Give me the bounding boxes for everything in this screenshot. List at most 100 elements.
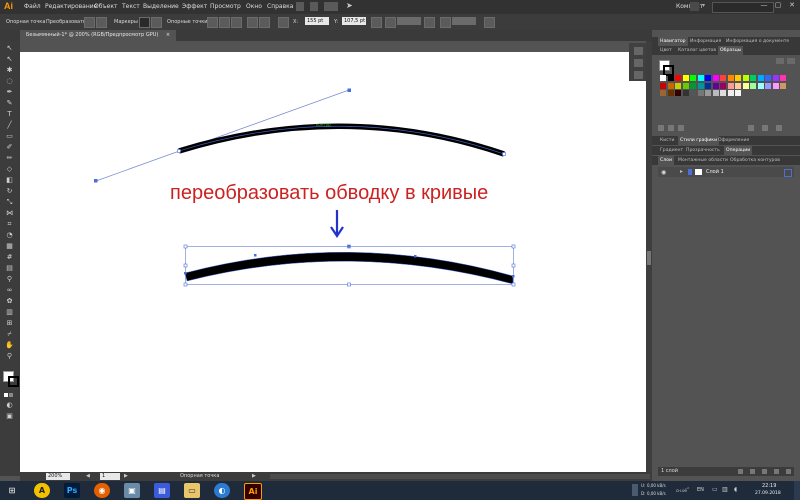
tab-layers[interactable]: Слои xyxy=(658,156,674,165)
color-swatch[interactable] xyxy=(675,82,681,89)
tab-document-info[interactable]: Информация о документе xyxy=(724,37,791,46)
color-swatch[interactable] xyxy=(750,75,756,81)
color-swatch[interactable] xyxy=(720,82,726,89)
color-swatch[interactable] xyxy=(705,82,711,89)
color-swatch[interactable] xyxy=(667,75,674,81)
tab-info[interactable]: Информация xyxy=(688,37,723,46)
color-swatch[interactable] xyxy=(697,90,704,96)
language-indicator[interactable]: EN xyxy=(697,487,704,493)
desktop-icon[interactable]: ▣ xyxy=(124,483,140,498)
color-swatch[interactable] xyxy=(660,75,666,81)
tab-color[interactable]: Цвет xyxy=(658,46,674,55)
color-swatch[interactable] xyxy=(712,90,719,96)
swatch-options-icon[interactable] xyxy=(678,125,684,131)
locate-object-icon[interactable] xyxy=(738,469,743,474)
start-button-icon[interactable]: ⊞ xyxy=(4,483,20,498)
color-swatch[interactable] xyxy=(772,75,779,81)
color-swatch[interactable] xyxy=(660,90,666,96)
color-swatch[interactable] xyxy=(697,82,704,89)
tab-appearance[interactable]: Оформление xyxy=(716,136,751,145)
app-icon[interactable]: A xyxy=(34,483,50,498)
color-swatch[interactable] xyxy=(682,75,689,81)
color-swatch[interactable] xyxy=(682,90,689,96)
color-swatch[interactable] xyxy=(705,90,711,96)
color-swatch[interactable] xyxy=(720,90,726,96)
volume-icon[interactable]: ◖ xyxy=(734,486,737,493)
tab-navigator[interactable]: Навигатор xyxy=(658,37,688,46)
scrollbar-thumb[interactable] xyxy=(647,251,651,265)
color-swatch[interactable] xyxy=(727,75,734,81)
color-swatch[interactable] xyxy=(682,82,689,89)
color-swatch[interactable] xyxy=(697,75,704,81)
color-swatch[interactable] xyxy=(772,82,779,89)
layer-target-icon[interactable] xyxy=(784,169,792,177)
color-swatch[interactable] xyxy=(667,90,674,96)
visibility-eye-icon[interactable]: ◉ xyxy=(661,169,666,176)
new-swatch-icon[interactable] xyxy=(762,125,768,131)
color-swatch[interactable] xyxy=(750,82,756,89)
photoshop-icon[interactable]: Ps xyxy=(64,483,80,498)
tray-monitor-icon[interactable]: ▭ xyxy=(712,486,718,493)
info-icon[interactable] xyxy=(634,59,643,67)
save-icon[interactable]: ▤ xyxy=(154,483,170,498)
clock-time[interactable]: 22:19 xyxy=(762,483,776,489)
tab-actions[interactable]: Операции xyxy=(724,146,753,155)
tab-swatches[interactable]: Образцы xyxy=(718,46,744,55)
color-swatch[interactable] xyxy=(765,75,771,81)
artboard-number-field[interactable]: 1 xyxy=(100,473,120,480)
clock-date[interactable]: 27.09.2018 xyxy=(755,491,781,496)
tab-gradient[interactable]: Градиент xyxy=(658,146,685,155)
tab-color-guide[interactable]: Каталог цветов xyxy=(676,46,718,55)
color-swatch[interactable] xyxy=(742,82,749,89)
color-swatch[interactable] xyxy=(735,82,741,89)
firefox-icon[interactable]: ◉ xyxy=(94,483,110,498)
anchor-point[interactable] xyxy=(502,152,506,156)
tab-pathfinder[interactable]: Обработка контуров xyxy=(728,156,782,165)
color-swatch[interactable] xyxy=(735,90,741,96)
status-menu-icon[interactable]: ▶ xyxy=(252,473,256,479)
prev-artboard-icon[interactable]: ◀ xyxy=(86,473,90,479)
color-swatch[interactable] xyxy=(727,90,734,96)
color-swatch[interactable] xyxy=(735,75,741,81)
color-swatch[interactable] xyxy=(667,82,674,89)
color-swatch[interactable] xyxy=(720,75,726,81)
color-swatch[interactable] xyxy=(780,82,786,89)
new-layer-icon[interactable] xyxy=(774,469,779,474)
color-swatch[interactable] xyxy=(727,82,734,89)
horizontal-scrollbar[interactable] xyxy=(270,474,650,479)
tab-artboards[interactable]: Монтажные области xyxy=(676,156,730,165)
navigator-icon[interactable] xyxy=(634,47,643,55)
tab-transparency[interactable]: Прозрачность xyxy=(684,146,722,155)
make-clipping-mask-icon[interactable] xyxy=(750,469,755,474)
folder-icon[interactable]: ▭ xyxy=(184,483,200,498)
swatch-library-icon[interactable] xyxy=(658,125,664,131)
color-swatch[interactable] xyxy=(660,82,666,89)
outlined-stroke-shape[interactable] xyxy=(185,252,513,284)
anchor-point[interactable] xyxy=(177,149,181,153)
color-swatch[interactable] xyxy=(690,75,696,81)
color-swatch[interactable] xyxy=(712,75,719,81)
show-kinds-icon[interactable] xyxy=(668,125,674,131)
handle-point[interactable] xyxy=(347,88,352,93)
delete-layer-icon[interactable] xyxy=(786,469,791,474)
color-swatch[interactable] xyxy=(757,75,764,81)
tray-network-icon[interactable]: ▥ xyxy=(722,486,728,493)
color-swatch[interactable] xyxy=(690,82,696,89)
list-view-icon[interactable] xyxy=(776,58,784,64)
zoom-field[interactable]: 200% xyxy=(46,473,70,480)
color-swatch[interactable] xyxy=(757,82,764,89)
color-swatch[interactable] xyxy=(675,75,681,81)
show-desktop-button[interactable] xyxy=(794,481,800,500)
swatches-icon[interactable] xyxy=(634,71,643,79)
color-swatch[interactable] xyxy=(780,75,786,81)
color-swatch[interactable] xyxy=(705,75,711,81)
color-swatch[interactable] xyxy=(765,82,771,89)
color-swatch[interactable] xyxy=(690,90,696,96)
color-swatch[interactable] xyxy=(742,75,749,81)
delete-swatch-icon[interactable] xyxy=(776,125,782,131)
next-artboard-icon[interactable]: ▶ xyxy=(124,473,128,479)
layer-row[interactable]: ◉ ▸ Слой 1 xyxy=(658,167,794,177)
tab-graphic-styles[interactable]: Стили графики xyxy=(678,136,720,145)
browser-icon[interactable]: ◐ xyxy=(214,483,230,498)
new-sublayer-icon[interactable] xyxy=(762,469,767,474)
